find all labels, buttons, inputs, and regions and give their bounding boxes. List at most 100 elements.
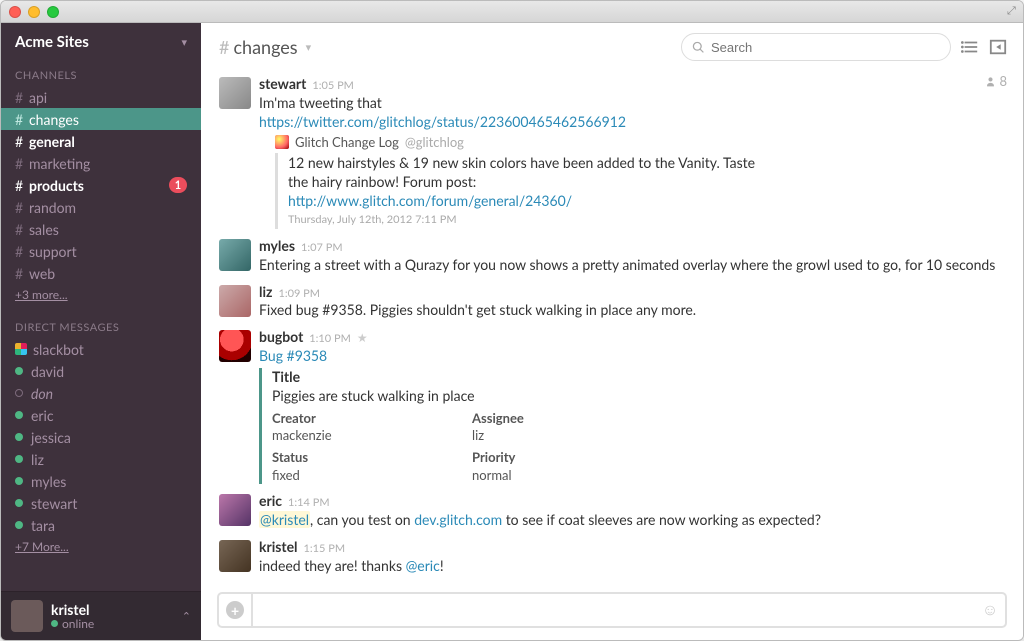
window-close-button[interactable] (9, 6, 21, 18)
bug-link[interactable]: Bug #9358 (259, 347, 327, 364)
dm-don[interactable]: don (1, 382, 201, 404)
avatar (11, 600, 43, 632)
service-icon (275, 135, 289, 149)
dm-label: tara (31, 517, 55, 534)
team-name: Acme Sites (15, 33, 89, 51)
message-text: @kristel, can you test on dev.glitch.com… (259, 511, 1007, 530)
sidebar-channel-web[interactable]: #web (1, 262, 201, 284)
team-menu[interactable]: Acme Sites ▾ (1, 23, 201, 63)
chevron-down-icon: ▾ (306, 41, 312, 54)
message-text: indeed they are! thanks @eric! (259, 557, 1007, 576)
bug-field-value: fixed (272, 467, 452, 485)
dm-myles[interactable]: myles (1, 470, 201, 492)
sidebar-channel-support[interactable]: #support (1, 240, 201, 262)
dm-tara[interactable]: tara (1, 514, 201, 536)
channels-more-link[interactable]: +3 more... (1, 284, 201, 305)
bug-field-value: liz (472, 427, 652, 445)
dm-label: jessica (31, 429, 71, 446)
titlebar: ⤢ (1, 1, 1023, 23)
presence-icon (15, 455, 23, 463)
attachment: Glitch Change Log @glitchlog 12 new hair… (275, 134, 1007, 229)
presence-icon (15, 411, 23, 419)
message-list: stewart1:05 PM Im'ma tweeting that https… (201, 71, 1023, 584)
user-footer[interactable]: kristel online ⌃ (1, 591, 201, 640)
message-time: 1:09 PM (278, 287, 320, 302)
sender-name[interactable]: eric (259, 492, 282, 511)
dms-more-link[interactable]: +7 More... (1, 536, 201, 557)
channel-label: changes (29, 111, 79, 128)
channel-name: changes (233, 36, 297, 58)
attachment-link[interactable]: http://www.glitch.com/forum/general/2436… (288, 192, 572, 209)
dm-eric[interactable]: eric (1, 404, 201, 426)
avatar[interactable] (219, 494, 251, 526)
sidebar-channel-marketing[interactable]: #marketing (1, 152, 201, 174)
window-zoom-button[interactable] (47, 6, 59, 18)
message-time: 1:15 PM (304, 542, 346, 557)
sidebar-channel-changes[interactable]: #changes (1, 108, 201, 130)
sender-name[interactable]: kristel (259, 538, 298, 557)
bug-attachment: Title Piggies are stuck walking in place… (259, 368, 1007, 484)
current-user-status: online (62, 617, 94, 630)
channel-label: sales (29, 221, 59, 238)
compose-box: + ☺ (217, 592, 1007, 628)
sender-name[interactable]: stewart (259, 75, 306, 94)
channel-label: marketing (29, 155, 90, 172)
service-handle: @glitchlog (405, 134, 464, 152)
channel-label: api (29, 89, 47, 106)
message-input[interactable] (253, 602, 975, 618)
dm-label: myles (31, 473, 66, 490)
chevron-up-icon[interactable]: ⌃ (182, 610, 191, 623)
bug-field-value: mackenzie (272, 427, 452, 445)
sender-name[interactable]: liz (259, 283, 272, 302)
message: kristel 1:15 PM indeed they are! thanks @… (219, 534, 1007, 580)
channel-label: support (29, 243, 77, 260)
channel-header: #changes ▾ (201, 23, 1023, 71)
message-text: Im'ma tweeting that (259, 94, 1007, 113)
sidebar-channel-random[interactable]: #random (1, 196, 201, 218)
resize-handle-icon[interactable]: ⤢ (1007, 5, 1019, 17)
mention[interactable]: @kristel (259, 511, 310, 528)
app-window: ⤢ Acme Sites ▾ CHANNELS #api #changes #g… (0, 0, 1024, 641)
avatar[interactable] (219, 285, 251, 317)
sidebar-channel-general[interactable]: #general (1, 130, 201, 152)
dm-stewart[interactable]: stewart (1, 492, 201, 514)
bug-icon[interactable] (219, 330, 251, 362)
attachment-text: the hairy rainbow! Forum post: (288, 173, 1007, 192)
mention[interactable]: @eric (406, 557, 440, 574)
dm-slackbot[interactable]: slackbot (1, 338, 201, 360)
bug-field-label: Assignee (472, 410, 652, 428)
sender-name[interactable]: bugbot (259, 328, 303, 347)
dm-liz[interactable]: liz (1, 448, 201, 470)
sender-name[interactable]: myles (259, 237, 295, 256)
presence-icon (15, 389, 23, 397)
channel-title[interactable]: #changes ▾ (219, 36, 311, 58)
composer: + ☺ (201, 584, 1023, 640)
avatar[interactable] (219, 540, 251, 572)
sidebar-channel-sales[interactable]: #sales (1, 218, 201, 240)
sidebar-channel-api[interactable]: #api (1, 86, 201, 108)
person-icon (985, 76, 996, 87)
sidebar-channel-products[interactable]: #products1 (1, 174, 201, 196)
list-view-icon[interactable] (961, 38, 979, 56)
channel-label: web (29, 265, 55, 282)
bug-title-label: Title (272, 368, 1007, 387)
attach-button[interactable]: + (219, 594, 253, 626)
emoji-button[interactable]: ☺ (975, 600, 1005, 620)
search-box[interactable] (681, 33, 951, 61)
dm-david[interactable]: david (1, 360, 201, 382)
members-count[interactable]: 8 (985, 73, 1007, 89)
chevron-down-icon: ▾ (181, 36, 187, 49)
flex-pane-toggle-icon[interactable] (989, 38, 1007, 56)
avatar[interactable] (219, 77, 251, 109)
search-input[interactable] (711, 40, 940, 55)
dm-jessica[interactable]: jessica (1, 426, 201, 448)
message-link[interactable]: https://twitter.com/glitchlog/status/223… (259, 113, 626, 130)
content-pane: #changes ▾ 8 (201, 23, 1023, 640)
window-minimize-button[interactable] (28, 6, 40, 18)
bug-title-value: Piggies are stuck walking in place (272, 387, 1007, 406)
message-link[interactable]: dev.glitch.com (414, 511, 502, 528)
star-icon[interactable]: ★ (357, 330, 368, 346)
avatar[interactable] (219, 239, 251, 271)
bug-field-label: Status (272, 449, 452, 467)
attachment-timestamp: Thursday, July 12th, 2012 7:11 PM (288, 213, 1007, 228)
